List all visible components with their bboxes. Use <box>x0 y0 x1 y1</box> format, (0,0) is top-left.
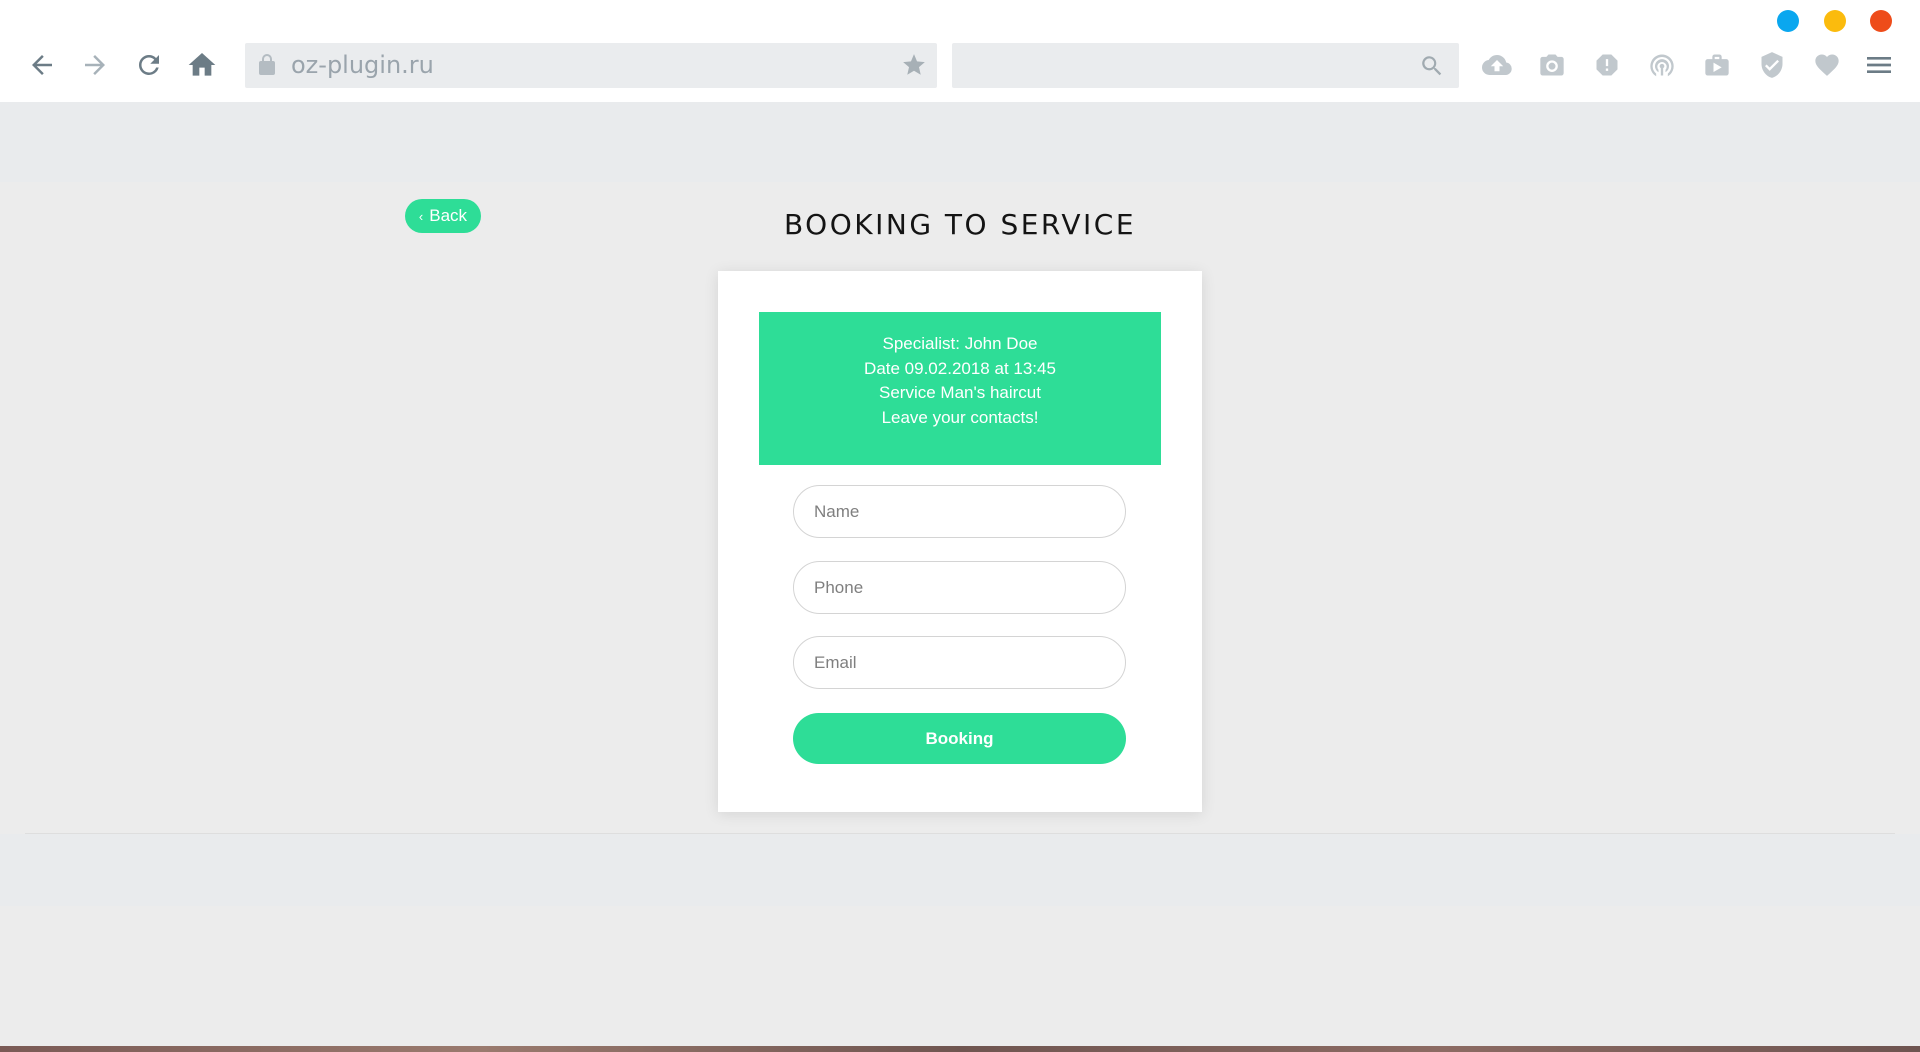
booking-card: Specialist: John Doe Date 09.02.2018 at … <box>718 271 1202 812</box>
window-close-button[interactable] <box>1870 10 1892 32</box>
hamburger-menu-icon[interactable] <box>1862 48 1896 82</box>
specialist-text: Specialist: John Doe <box>882 334 1038 353</box>
page-footer-band <box>0 834 1920 906</box>
booking-button[interactable]: Booking <box>793 713 1126 764</box>
page-title: BOOKING TO SERVICE <box>783 208 1137 241</box>
broadcast-icon[interactable] <box>1645 48 1679 82</box>
bookmark-star-icon[interactable] <box>901 52 927 83</box>
service-text: Service Man's haircut <box>879 383 1041 402</box>
booking-summary: Specialist: John Doe Date 09.02.2018 at … <box>759 312 1161 465</box>
url-text: oz-plugin.ru <box>291 51 434 79</box>
reload-icon[interactable] <box>131 47 167 83</box>
camera-icon[interactable] <box>1535 48 1569 82</box>
back-arrow-icon[interactable] <box>24 47 60 83</box>
search-input[interactable] <box>952 43 1424 88</box>
cloud-upload-icon[interactable] <box>1480 48 1514 82</box>
date-text: Date 09.02.2018 at 13:45 <box>864 358 1056 378</box>
desktop-strip <box>0 1046 1920 1052</box>
media-case-icon[interactable] <box>1700 48 1734 82</box>
browser-toolbar: oz-plugin.ru <box>0 0 1920 102</box>
name-field[interactable] <box>793 485 1126 538</box>
page-header-band <box>0 102 1920 182</box>
forward-arrow-icon[interactable] <box>77 47 113 83</box>
search-bar <box>952 43 1459 88</box>
window-maximize-button[interactable] <box>1824 10 1846 32</box>
home-icon[interactable] <box>184 47 220 83</box>
shield-check-icon[interactable] <box>1755 48 1789 82</box>
lock-icon <box>255 52 279 83</box>
alert-icon[interactable] <box>1590 48 1624 82</box>
address-bar[interactable]: oz-plugin.ru <box>245 43 937 88</box>
email-field[interactable] <box>793 636 1126 689</box>
contacts-prompt: Leave your contacts! <box>881 407 1039 427</box>
heart-icon[interactable] <box>1810 48 1844 82</box>
phone-field[interactable] <box>793 561 1126 614</box>
window-minimize-button[interactable] <box>1777 10 1799 32</box>
search-icon[interactable] <box>1419 53 1445 84</box>
